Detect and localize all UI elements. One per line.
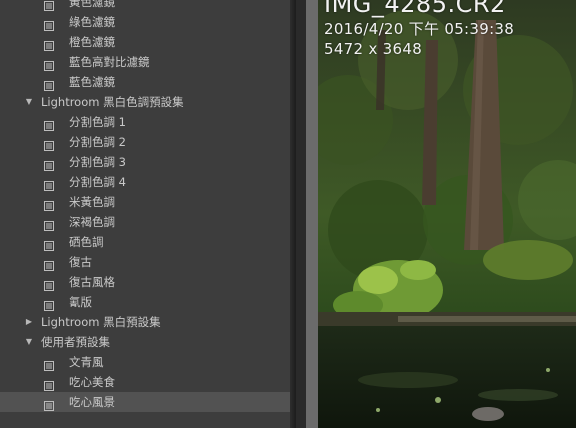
preset-folder[interactable]: ▼ 使用者預設集 bbox=[0, 332, 290, 352]
preset-list-icon bbox=[44, 17, 54, 31]
preset-list-icon bbox=[44, 277, 54, 291]
preset-folder-label: Lightroom 黑白預設集 bbox=[41, 315, 161, 329]
preset-item-label: 吃心美食 bbox=[69, 375, 115, 389]
preset-list-icon bbox=[44, 137, 54, 151]
preset-item-label: 分割色調 4 bbox=[69, 175, 126, 189]
preset-list-icon bbox=[44, 377, 54, 391]
preset-item-label: 黃色濾鏡 bbox=[69, 0, 115, 9]
preset-folder-label: 使用者預設集 bbox=[41, 335, 110, 349]
photo-image bbox=[318, 0, 576, 428]
preset-item-label: 分割色調 1 bbox=[69, 115, 126, 129]
preset-item-label: 藍色高對比濾鏡 bbox=[69, 55, 150, 69]
preset-item-label: 復古風格 bbox=[69, 275, 115, 289]
preset-list-icon bbox=[44, 217, 54, 231]
photo-preview[interactable]: IMG_4285.CR2 2016/4/20 下午 05:39:38 5472 … bbox=[318, 0, 576, 428]
preset-item[interactable]: 綠色濾鏡 bbox=[0, 12, 290, 32]
photo-datetime: 2016/4/20 下午 05:39:38 bbox=[324, 20, 515, 38]
preset-list-icon bbox=[44, 37, 54, 51]
preset-list-icon bbox=[44, 157, 54, 171]
lightroom-develop-view: 黃色濾鏡綠色濾鏡橙色濾鏡藍色高對比濾鏡 藍色濾鏡 ▼ Lightroom 黑白色調預設… bbox=[0, 0, 576, 428]
photo-dimensions: 5472 x 3648 bbox=[324, 40, 423, 58]
preset-item-label: 綠色濾鏡 bbox=[69, 15, 115, 29]
preset-item[interactable]: 橙色濾鏡 bbox=[0, 32, 290, 52]
preset-item-label: 吃心風景 bbox=[69, 395, 115, 409]
preset-list-icon bbox=[44, 197, 54, 211]
preset-item[interactable]: 復古 bbox=[0, 252, 290, 272]
preset-item-label: 藍色濾鏡 bbox=[69, 75, 115, 89]
preset-item[interactable]: 深褐色調 bbox=[0, 212, 290, 232]
preset-list-icon bbox=[44, 77, 54, 91]
chevron-down-icon[interactable]: ▼ bbox=[24, 332, 34, 352]
preset-item[interactable]: 硒色調 bbox=[0, 232, 290, 252]
preset-item-label: 氰版 bbox=[69, 295, 92, 309]
chevron-down-icon[interactable]: ▼ bbox=[24, 92, 34, 112]
preset-item-label: 硒色調 bbox=[69, 235, 104, 249]
preset-list-icon bbox=[44, 237, 54, 251]
preset-item[interactable]: 黃色濾鏡 bbox=[0, 0, 290, 12]
preset-item[interactable]: 藍色濾鏡 bbox=[0, 72, 290, 92]
preset-item[interactable]: 吃心風景 bbox=[0, 392, 290, 412]
preset-list-icon bbox=[44, 257, 54, 271]
preset-list-icon bbox=[44, 177, 54, 191]
preset-item[interactable]: 文青風 bbox=[0, 352, 290, 372]
preset-list: 黃色濾鏡綠色濾鏡橙色濾鏡藍色高對比濾鏡 藍色濾鏡 ▼ Lightroom 黑白色調預設… bbox=[0, 0, 290, 412]
preset-item[interactable]: 吃心美食 bbox=[0, 372, 290, 392]
preset-list-icon bbox=[44, 117, 54, 131]
photo-info-overlay: IMG_4285.CR2 2016/4/20 下午 05:39:38 5472 … bbox=[324, 0, 514, 59]
preset-item-label: 橙色濾鏡 bbox=[69, 35, 115, 49]
preset-item[interactable]: 氰版 bbox=[0, 292, 290, 312]
preset-item[interactable]: 分割色調 2 bbox=[0, 132, 290, 152]
presets-panel: 黃色濾鏡綠色濾鏡橙色濾鏡藍色高對比濾鏡 藍色濾鏡 ▼ Lightroom 黑白色調預設… bbox=[0, 0, 296, 428]
photo-filename: IMG_4285.CR2 bbox=[324, 0, 506, 18]
preset-folder-label: Lightroom 黑白色調預設集 bbox=[41, 95, 184, 109]
preset-item-label: 復古 bbox=[69, 255, 92, 269]
preset-item-label: 文青風 bbox=[69, 355, 104, 369]
preset-item-label: 分割色調 3 bbox=[69, 155, 126, 169]
preset-item[interactable]: 分割色調 4 bbox=[0, 172, 290, 192]
preset-list-icon bbox=[44, 357, 54, 371]
preset-item[interactable]: 米黃色調 bbox=[0, 192, 290, 212]
preset-folder[interactable]: ▼ Lightroom 黑白色調預設集 bbox=[0, 92, 290, 112]
chevron-right-icon[interactable]: ▶ bbox=[24, 312, 34, 332]
preset-item[interactable]: 復古風格 bbox=[0, 272, 290, 292]
preset-folder[interactable]: ▶ Lightroom 黑白預設集 bbox=[0, 312, 290, 332]
preset-list-icon bbox=[44, 297, 54, 311]
preset-list-icon bbox=[44, 397, 54, 411]
preset-item-label: 米黃色調 bbox=[69, 195, 115, 209]
preset-list-icon bbox=[44, 0, 54, 11]
panel-resize-handle[interactable] bbox=[306, 0, 318, 428]
preset-item[interactable]: 分割色調 1 bbox=[0, 112, 290, 132]
preset-list-icon bbox=[44, 57, 54, 71]
preset-item[interactable]: 藍色高對比濾鏡 bbox=[0, 52, 290, 72]
preset-item[interactable]: 分割色調 3 bbox=[0, 152, 290, 172]
preset-item-label: 深褐色調 bbox=[69, 215, 115, 229]
preset-item-label: 分割色調 2 bbox=[69, 135, 126, 149]
